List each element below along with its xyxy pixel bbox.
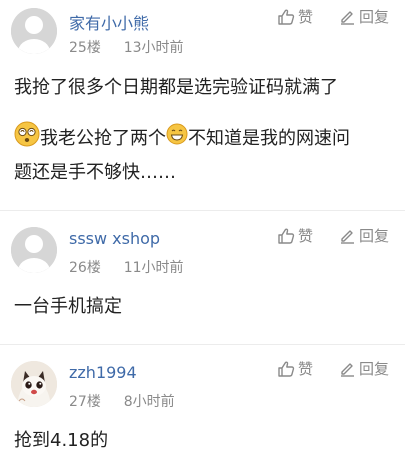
username[interactable]: 家有小小熊	[69, 10, 149, 34]
comment-content: 一台手机搞定	[14, 291, 391, 322]
floor-number: 26楼	[69, 260, 101, 276]
thumbs-up-icon	[278, 227, 295, 244]
comment-item: zzh1994 27楼 8小时前 赞 回复 抢到4.18的	[0, 345, 405, 473]
grinning-face-emoji	[166, 123, 188, 155]
username[interactable]: zzh1994	[69, 363, 137, 382]
like-button[interactable]: 赞	[277, 6, 313, 27]
post-meta: 27楼 8小时前	[69, 391, 175, 411]
reply-label: 回复	[359, 227, 390, 245]
post-time: 13小时前	[123, 40, 184, 56]
reply-label: 回复	[359, 360, 390, 378]
dizzy-face-emoji	[14, 121, 40, 157]
default-avatar-icon	[11, 227, 57, 273]
comment-content: 我抢了很多个日期都是选完验证码就满了 我老公抢了两个 不知道是我的网速问 题还是…	[14, 72, 391, 188]
avatar[interactable]	[11, 361, 57, 407]
avatar[interactable]	[11, 8, 57, 54]
cat-avatar-icon	[11, 361, 57, 407]
content-line: 一台手机搞定	[14, 296, 122, 317]
edit-pencil-icon	[341, 363, 354, 377]
default-avatar-icon	[11, 8, 57, 54]
comment-content: 抢到4.18的	[14, 425, 391, 456]
like-label: 赞	[298, 8, 314, 26]
like-button[interactable]: 赞	[277, 358, 313, 379]
content-text: 我老公抢了两个	[40, 128, 166, 149]
like-button[interactable]: 赞	[277, 225, 313, 246]
post-time: 11小时前	[123, 260, 184, 276]
like-label: 赞	[298, 360, 314, 378]
content-line: 我老公抢了两个 不知道是我的网速问	[14, 121, 391, 157]
reply-label: 回复	[359, 8, 390, 26]
post-time: 8小时前	[123, 394, 175, 410]
content-line: 我抢了很多个日期都是选完验证码就满了	[14, 77, 338, 98]
floor-number: 25楼	[69, 40, 101, 56]
comment-item: 家有小小熊 25楼 13小时前 赞 回复 我抢了很多个日期都是选完验证码就满了	[0, 0, 405, 205]
like-label: 赞	[298, 227, 314, 245]
floor-number: 27楼	[69, 394, 101, 410]
reply-button[interactable]: 回复	[339, 358, 389, 379]
thumbs-up-icon	[278, 360, 295, 377]
thumbs-up-icon	[278, 8, 295, 25]
edit-pencil-icon	[341, 11, 354, 25]
post-meta: 26楼 11小时前	[69, 257, 184, 277]
content-line: 题还是手不够快……	[14, 162, 176, 183]
content-text: 不知道是我的网速问	[188, 128, 350, 149]
content-line: 抢到4.18的	[14, 430, 109, 451]
comment-item: sssw xshop 26楼 11小时前 赞 回复 一台手机搞定	[0, 211, 405, 341]
avatar[interactable]	[11, 227, 57, 273]
edit-pencil-icon	[341, 230, 354, 244]
reply-button[interactable]: 回复	[339, 225, 389, 246]
post-meta: 25楼 13小时前	[69, 37, 184, 57]
username[interactable]: sssw xshop	[69, 229, 160, 248]
reply-button[interactable]: 回复	[339, 6, 389, 27]
